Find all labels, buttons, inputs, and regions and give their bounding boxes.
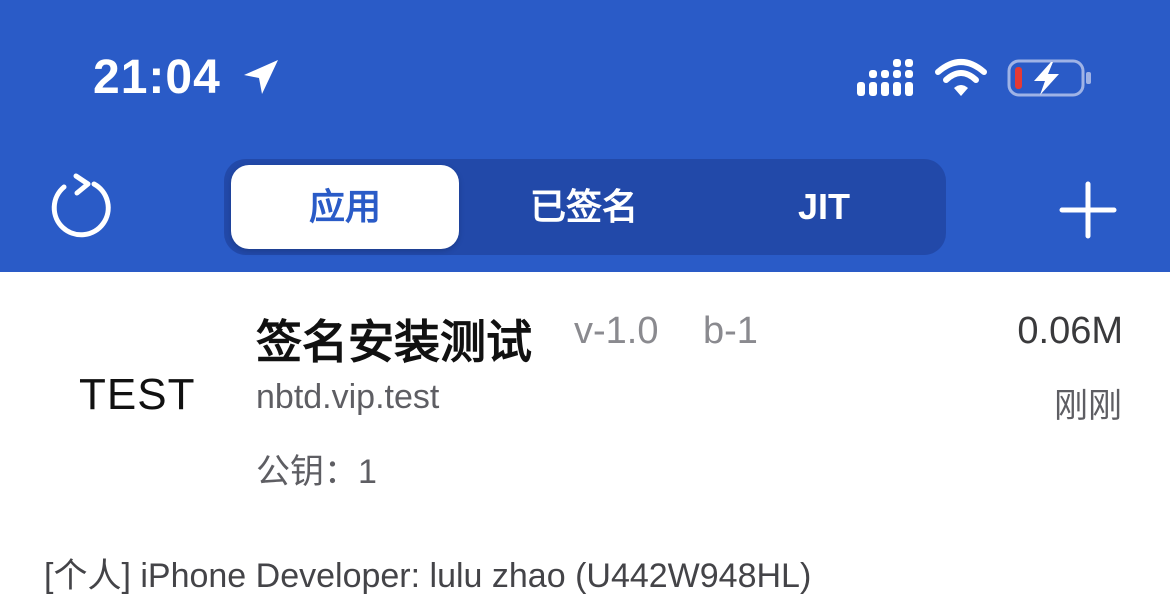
app-time: 刚刚 bbox=[1054, 387, 1122, 425]
refresh-button[interactable] bbox=[46, 170, 116, 242]
app-name: 签名安装测试 bbox=[256, 316, 532, 368]
location-arrow-icon bbox=[244, 60, 278, 94]
segmented-control: 应用 已签名 JIT bbox=[224, 159, 946, 255]
app-icon: TEST bbox=[79, 370, 196, 419]
tab-jit[interactable]: JIT bbox=[711, 165, 937, 249]
add-button[interactable] bbox=[1058, 180, 1118, 240]
tab-signed[interactable]: 已签名 bbox=[471, 165, 697, 249]
app-list-item[interactable]: TEST 签名安装测试 v-1.0 b-1 0.06M nbtd.vip.tes… bbox=[0, 272, 1170, 512]
plus-icon bbox=[1059, 181, 1117, 239]
app-version: v-1.0 bbox=[574, 310, 659, 352]
refresh-icon bbox=[51, 173, 111, 238]
app-size: 0.06M bbox=[1017, 310, 1123, 352]
battery-charging-icon bbox=[1007, 59, 1091, 97]
app-public-key: 公钥：1 bbox=[256, 453, 377, 491]
app-build: b-1 bbox=[703, 310, 758, 352]
wifi-icon bbox=[935, 59, 987, 96]
status-time: 21:04 bbox=[93, 51, 221, 104]
app-bundle-id: nbtd.vip.test bbox=[256, 378, 440, 416]
nav-header: 21:04 应用 已签名 JIT bbox=[0, 0, 1170, 272]
cellular-signal-icon bbox=[857, 59, 913, 96]
certificate-label: [个人] iPhone Developer: lulu zhao (U442W9… bbox=[44, 557, 812, 595]
tab-apps[interactable]: 应用 bbox=[231, 165, 459, 249]
